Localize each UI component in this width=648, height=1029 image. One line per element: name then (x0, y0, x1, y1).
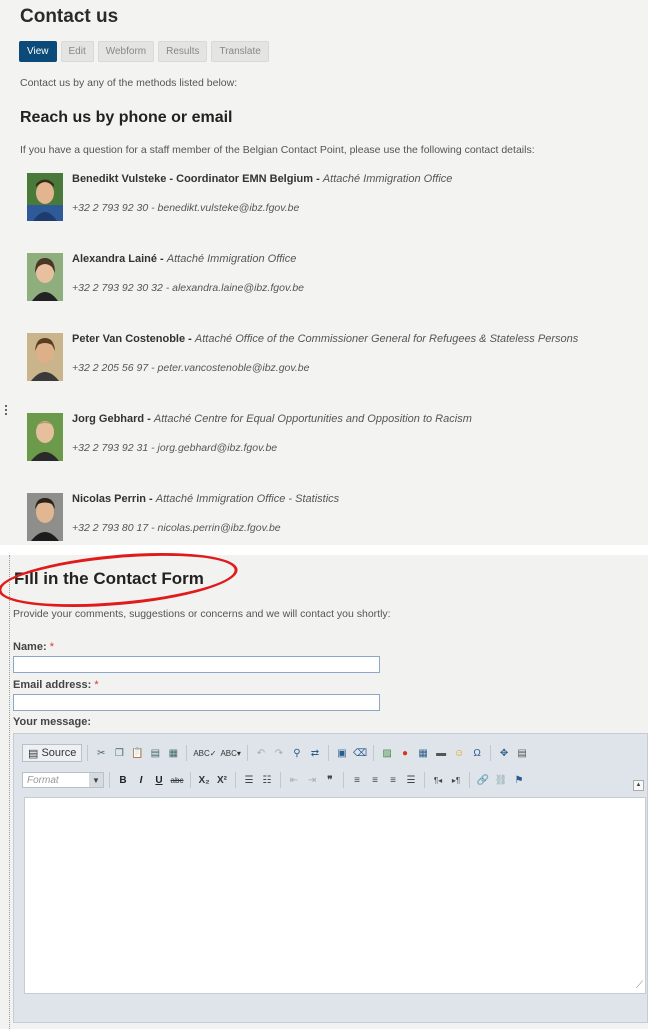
contact-info-panel: Contact us View Edit Webform Results Tra… (0, 0, 648, 545)
intro-text: Contact us by any of the methods listed … (20, 77, 238, 89)
person-contact: +32 2 793 92 30 32 - alexandra.laine@ibz… (72, 282, 305, 294)
unlink-icon[interactable]: ⛓ (493, 772, 509, 788)
flash-icon[interactable]: ● (397, 745, 413, 761)
select-all-icon[interactable]: ▣ (334, 745, 350, 761)
outdent-icon[interactable]: ⇤ (286, 772, 302, 788)
toolbar-row-2: Format ▼ B I U abc X₂ X² ☰ ☷ ⇤ ⇥ ❞ ≡ ≡ ≡ … (22, 769, 527, 791)
underline-icon[interactable]: U (151, 772, 167, 788)
numbered-list-icon[interactable]: ☰ (241, 772, 257, 788)
find-icon[interactable]: ⚲ (289, 745, 305, 761)
italic-icon[interactable]: I (133, 772, 149, 788)
redo-icon[interactable]: ↷ (271, 745, 287, 761)
person-role: Attaché Immigration Office (166, 253, 297, 265)
person-photo (27, 253, 63, 301)
paste-word-icon[interactable]: ▦ (165, 745, 181, 761)
anchor-flag-icon[interactable]: ⚑ (511, 772, 527, 788)
person-photo (27, 173, 63, 221)
name-input[interactable] (13, 656, 380, 673)
person-role: Attaché Immigration Office - Statistics (155, 493, 340, 505)
person-role: Attaché Office of the Commissioner Gener… (194, 333, 579, 345)
cut-icon[interactable]: ✂ (93, 745, 109, 761)
tab-translate[interactable]: Translate (211, 41, 269, 62)
ltr-icon[interactable]: ¶◂ (430, 772, 446, 788)
person-name: Nicolas Perrin - (72, 493, 153, 505)
align-right-icon[interactable]: ≡ (385, 772, 401, 788)
replace-icon[interactable]: ⇄ (307, 745, 323, 761)
tab-edit[interactable]: Edit (60, 41, 94, 62)
rich-text-editor: ▤ Source ✂ ❐ 📋 ▤ ▦ ABC✓ ABC▾ ↶ ↷ ⚲ ⇄ ▣ ⌫… (13, 733, 648, 1023)
email-input[interactable] (13, 694, 380, 711)
person-photo (27, 333, 63, 381)
image-icon[interactable]: ▨ (379, 745, 395, 761)
person-name: Peter Van Costenoble - (72, 333, 192, 345)
paste-text-icon[interactable]: ▤ (147, 745, 163, 761)
spellcheck-icon[interactable]: ABC✓ (192, 745, 217, 761)
email-label: Email address: * (13, 679, 99, 691)
section-title: Reach us by phone or email (20, 109, 233, 126)
horizontal-rule-icon[interactable]: ▬ (433, 745, 449, 761)
person-name: Alexandra Lainé - (72, 253, 164, 265)
toolbar-row-1: ▤ Source ✂ ❐ 📋 ▤ ▦ ABC✓ ABC▾ ↶ ↷ ⚲ ⇄ ▣ ⌫… (22, 742, 530, 764)
align-left-icon[interactable]: ≡ (349, 772, 365, 788)
subscript-icon[interactable]: X₂ (196, 772, 212, 788)
strikethrough-icon[interactable]: abc (169, 772, 185, 788)
message-label: Your message: (13, 716, 92, 728)
special-char-icon[interactable]: Ω (469, 745, 485, 761)
person-contact: +32 2 205 56 97 - peter.vancostenoble@ib… (72, 362, 310, 374)
person-name: Benedikt Vulsteke - Coordinator EMN Belg… (72, 173, 320, 185)
tab-results[interactable]: Results (158, 41, 208, 62)
align-center-icon[interactable]: ≡ (367, 772, 383, 788)
show-blocks-icon[interactable]: ▤ (514, 745, 530, 761)
chevron-down-icon: ▼ (89, 773, 103, 787)
justify-icon[interactable]: ☰ (403, 772, 419, 788)
person-contact: +32 2 793 92 30 - benedikt.vulsteke@ibz.… (72, 202, 300, 214)
smiley-icon[interactable]: ☺ (451, 745, 467, 761)
form-intro: Provide your comments, suggestions or co… (13, 608, 391, 620)
maximize-icon[interactable]: ✥ (496, 745, 512, 761)
spellcheck-dropdown-icon[interactable]: ABC▾ (219, 745, 241, 761)
paste-icon[interactable]: 📋 (129, 745, 145, 761)
tab-webform[interactable]: Webform (97, 41, 155, 62)
page-title: Contact us (20, 6, 119, 27)
tab-view[interactable]: View (19, 41, 57, 62)
tab-bar: View Edit Webform Results Translate (19, 41, 269, 62)
undo-icon[interactable]: ↶ (253, 745, 269, 761)
table-icon[interactable]: ▦ (415, 745, 431, 761)
resize-handle-icon[interactable]: ⟋ (636, 980, 643, 991)
person-contact: +32 2 793 92 31 - jorg.gebhard@ibz.fgov.… (72, 442, 278, 454)
collapse-toolbar-icon[interactable]: ▲ (633, 780, 644, 791)
section-description: If you have a question for a staff membe… (20, 144, 535, 156)
person-role: Attaché Centre for Equal Opportunities a… (153, 413, 472, 425)
bold-icon[interactable]: B (115, 772, 131, 788)
person-contact: +32 2 793 80 17 - nicolas.perrin@ibz.fgo… (72, 522, 281, 534)
person-photo (27, 413, 63, 461)
copy-icon[interactable]: ❐ (111, 745, 127, 761)
link-icon[interactable]: 🔗 (475, 772, 491, 788)
format-select[interactable]: Format ▼ (22, 772, 104, 788)
rtl-icon[interactable]: ▸¶ (448, 772, 464, 788)
remove-format-icon[interactable]: ⌫ (352, 745, 368, 761)
name-label: Name: * (13, 641, 54, 653)
person-photo (27, 493, 63, 541)
edge-marker (5, 405, 7, 415)
blockquote-icon[interactable]: ❞ (322, 772, 338, 788)
person-role: Attaché Immigration Office (322, 173, 453, 185)
bulleted-list-icon[interactable]: ☷ (259, 772, 275, 788)
person-name: Jorg Gebhard - (72, 413, 151, 425)
source-button[interactable]: ▤ Source (22, 744, 83, 762)
superscript-icon[interactable]: X² (214, 772, 230, 788)
indent-icon[interactable]: ⇥ (304, 772, 320, 788)
panel-border (9, 555, 10, 1029)
message-textarea[interactable]: ⟋ (24, 797, 646, 994)
